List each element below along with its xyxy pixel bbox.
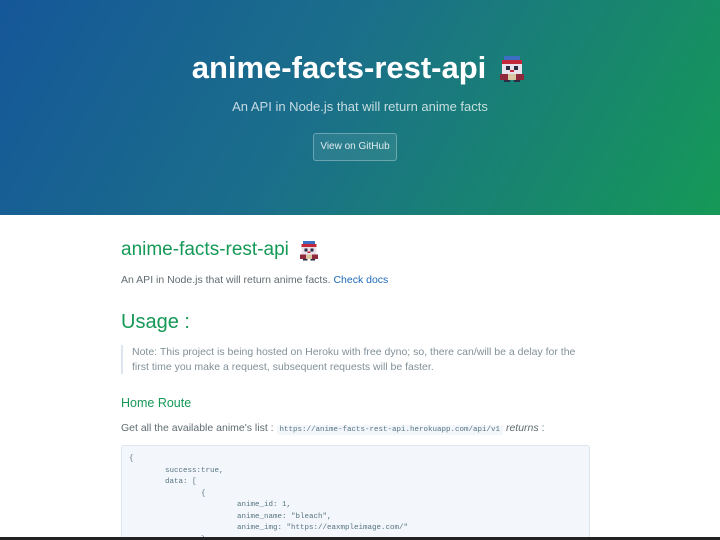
readme-title-text: anime-facts-rest-api bbox=[121, 239, 289, 260]
hosting-note: Note: This project is being hosted on He… bbox=[121, 345, 580, 374]
page: anime-facts-rest-api An API in Node.js t… bbox=[0, 0, 720, 540]
home-route-heading: Home Route bbox=[121, 396, 192, 410]
project-title: anime-facts-rest-api bbox=[0, 46, 720, 90]
project-title-text: anime-facts-rest-api bbox=[191, 50, 487, 85]
readme-description-text: An API in Node.js that will return anime… bbox=[121, 274, 331, 286]
home-route-description: Get all the available anime's list : htt… bbox=[121, 421, 545, 437]
anime-character-sprite-icon bbox=[299, 241, 318, 261]
anime-character-sprite-icon bbox=[500, 56, 525, 82]
response-code-block: { success:true, data: [ { anime_id: 1, a… bbox=[121, 445, 590, 540]
project-tagline: An API in Node.js that will return anime… bbox=[232, 99, 488, 114]
returns-label: returns bbox=[505, 422, 539, 434]
readme-description: An API in Node.js that will return anime… bbox=[121, 273, 388, 287]
check-docs-link[interactable]: Check docs bbox=[333, 274, 388, 286]
page-header: anime-facts-rest-api An API in Node.js t… bbox=[0, 0, 720, 215]
usage-heading: Usage : bbox=[121, 311, 190, 333]
home-route-description-text: Get all the available anime's list : bbox=[121, 422, 274, 434]
view-on-github-button[interactable]: View on GitHub bbox=[313, 133, 397, 161]
returns-suffix: : bbox=[538, 422, 545, 434]
readme-title: anime-facts-rest-api bbox=[121, 237, 321, 263]
home-route-url: https://anime-facts-rest-api.herokuapp.c… bbox=[276, 425, 504, 435]
